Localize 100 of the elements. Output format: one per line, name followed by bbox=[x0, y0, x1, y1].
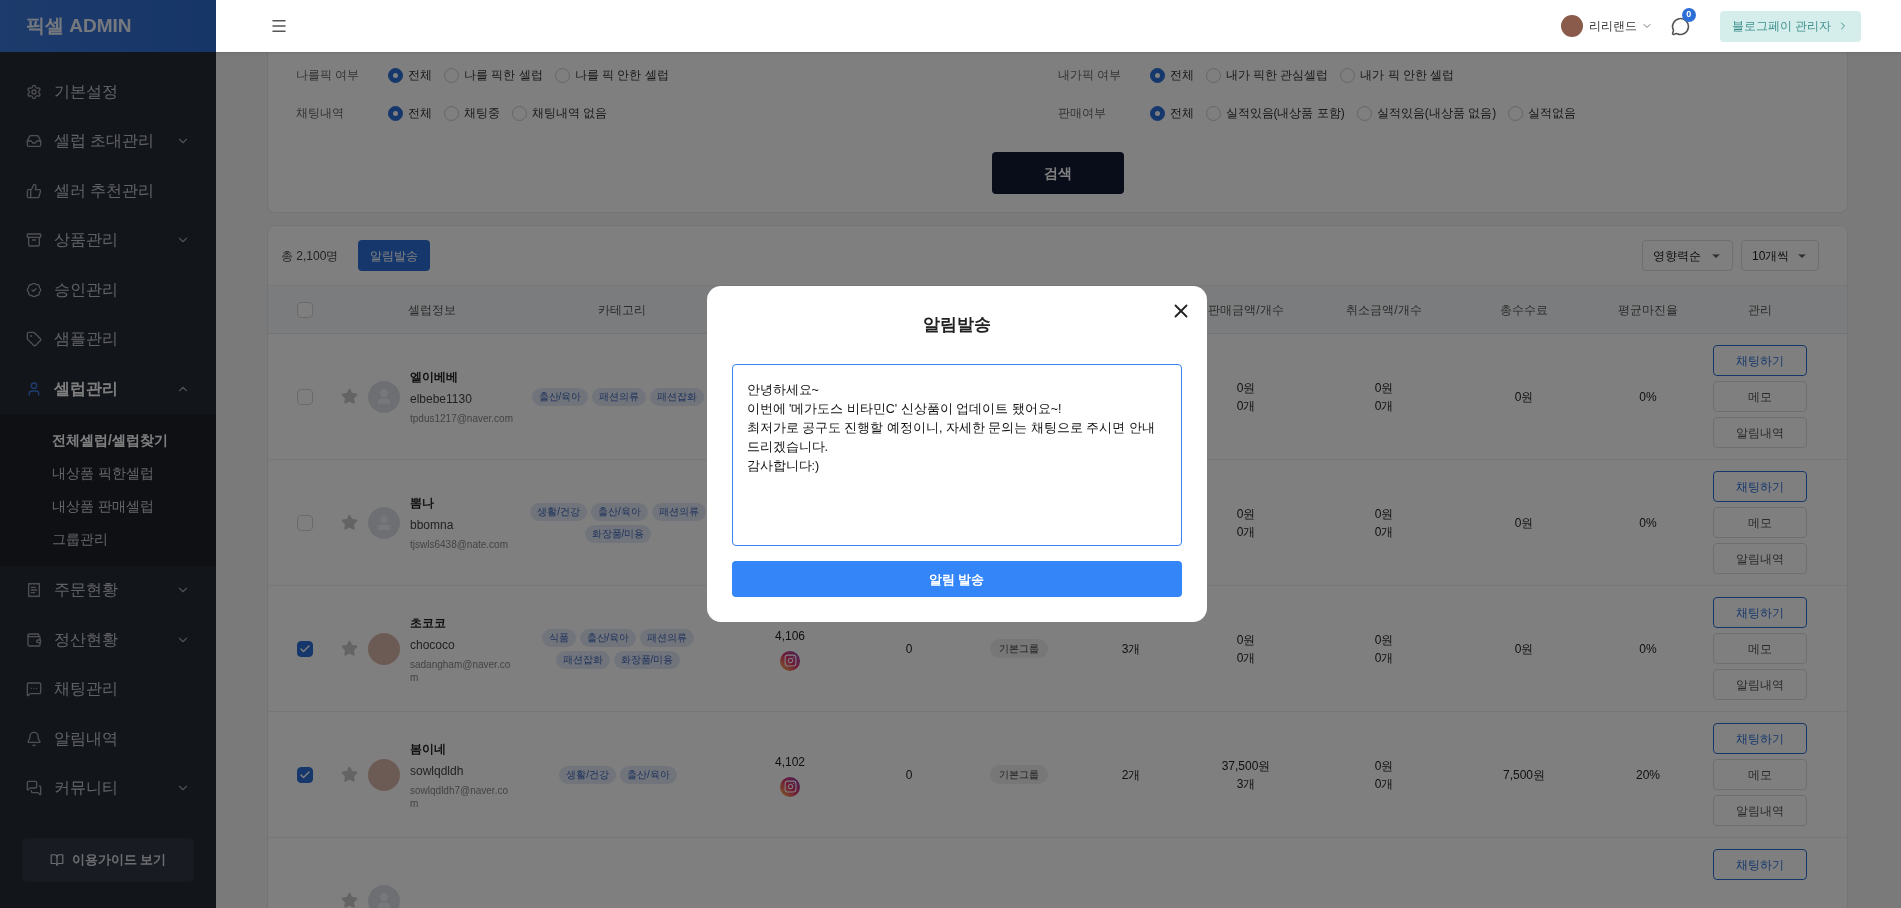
margin-text: 0% bbox=[1639, 640, 1657, 658]
guide-button[interactable]: 이용가이드 보기 bbox=[22, 838, 194, 882]
sidebar-item[interactable]: 채팅관리 bbox=[0, 664, 216, 714]
action-button[interactable]: 메모 bbox=[1713, 381, 1807, 412]
chat-button[interactable]: 채팅하기 bbox=[1713, 471, 1807, 502]
category-tag: 패션의류 bbox=[592, 387, 647, 406]
sidebar-item[interactable]: 셀러 추천관리 bbox=[0, 166, 216, 216]
amount-text: 0개 bbox=[1374, 649, 1394, 667]
fee-text: 0원 bbox=[1514, 388, 1534, 406]
margin-text: 20% bbox=[1636, 766, 1660, 784]
message-field[interactable]: 안녕하세요~ 이번에 '메가도스 비타민C' 신상품이 업데이트 됐어요~! 최저가로 공구도 진행할 예정이니, 자세한 문의는 채팅으로 주시면 안내드리겠습니다. 감사합니다:) bbox=[731, 364, 1182, 547]
celeb-name: 뽐나 bbox=[410, 495, 435, 512]
amount-text: 0원 bbox=[1374, 505, 1394, 523]
filter-label: 채팅내역 bbox=[296, 105, 345, 122]
amount-text: 3개 bbox=[1236, 775, 1256, 793]
submenu-item[interactable]: 내상품 판매셀럽 bbox=[0, 489, 216, 523]
category-tag: 출산/육아 bbox=[591, 502, 648, 521]
page-size-select[interactable]: 10개씩 bbox=[1741, 240, 1819, 271]
inbox-icon bbox=[26, 133, 42, 150]
submenu-item[interactable]: 전체셀럽/셀럽찾기 bbox=[0, 423, 216, 457]
group-tag: 기본그룹 bbox=[990, 639, 1048, 658]
submenu-item[interactable]: 내상품 픽한셀럽 bbox=[0, 456, 216, 490]
column-header: 총수수료 bbox=[1499, 301, 1549, 319]
chat-button[interactable]: 채팅하기 bbox=[1713, 849, 1807, 880]
gear-icon bbox=[26, 83, 42, 100]
book-icon bbox=[49, 853, 64, 867]
category-tag: 패션잡화 bbox=[650, 387, 705, 406]
user-name[interactable]: 리리랜드 bbox=[1588, 17, 1637, 35]
star-icon[interactable] bbox=[341, 640, 358, 657]
celeb-id: bbomna bbox=[410, 517, 455, 534]
submenu-item[interactable]: 그룹관리 bbox=[0, 522, 216, 556]
chat-button[interactable]: 채팅하기 bbox=[1713, 345, 1807, 376]
archive-icon bbox=[26, 232, 42, 249]
count-text: 3개 bbox=[1121, 640, 1141, 658]
radio-label: 전체 bbox=[1169, 67, 1194, 84]
amount-text: 0원 bbox=[1236, 631, 1256, 649]
sidebar-item[interactable]: 승인관리 bbox=[0, 265, 216, 315]
user-avatar-placeholder bbox=[1560, 15, 1583, 37]
category-tag: 패션의류 bbox=[651, 502, 706, 521]
star-icon[interactable] bbox=[341, 388, 358, 405]
checkbox[interactable] bbox=[296, 640, 313, 657]
star-icon[interactable] bbox=[341, 514, 358, 531]
chat-button[interactable]: 채팅하기 bbox=[1713, 597, 1807, 628]
sidebar-item[interactable]: 알림내역 bbox=[0, 714, 216, 764]
chat-button[interactable]: 채팅하기 bbox=[1713, 723, 1807, 754]
sort-select[interactable]: 영향력순 bbox=[1642, 240, 1733, 271]
star-icon[interactable] bbox=[341, 892, 358, 908]
radio-label: 채팅중 bbox=[464, 105, 500, 122]
fee-text: 0원 bbox=[1514, 640, 1534, 658]
instagram-icon bbox=[780, 776, 800, 797]
sidebar-item[interactable]: 정산현황 bbox=[0, 615, 216, 665]
notification-badge: 0 bbox=[1681, 7, 1696, 22]
group-tag: 기본그룹 bbox=[990, 765, 1048, 784]
category-tag: 출산/육아 bbox=[531, 387, 589, 406]
action-button[interactable]: 알림내역 bbox=[1713, 669, 1807, 700]
modal-title: 알림발송 bbox=[922, 313, 991, 336]
radio-button[interactable] bbox=[1149, 67, 1165, 83]
chat-icon[interactable] bbox=[1670, 16, 1690, 36]
radio-button[interactable] bbox=[388, 67, 403, 83]
sidebar-item[interactable]: 주문현황 bbox=[0, 565, 216, 615]
amount-text: 0원 bbox=[1374, 631, 1394, 649]
action-button[interactable]: 메모 bbox=[1713, 759, 1807, 790]
action-button[interactable]: 알림내역 bbox=[1713, 795, 1807, 826]
send-button[interactable]: 알림 발송 bbox=[731, 561, 1182, 598]
celeb-email: tpdus1217@naver.com bbox=[410, 412, 514, 425]
action-button[interactable]: 메모 bbox=[1713, 507, 1807, 538]
sidebar-item[interactable]: 커뮤니티 bbox=[0, 763, 216, 813]
amount-text: 0원 bbox=[1236, 379, 1256, 397]
admin-button[interactable]: 블로그페이 관리자 bbox=[1719, 10, 1861, 42]
radio-button[interactable] bbox=[388, 105, 403, 121]
sidebar-item[interactable]: 상품관리 bbox=[0, 215, 216, 265]
receipt-icon bbox=[26, 582, 42, 599]
sidebar-item[interactable]: 기본설정 bbox=[0, 67, 216, 117]
menu-icon[interactable] bbox=[270, 17, 288, 35]
star-icon[interactable] bbox=[341, 766, 358, 783]
action-button[interactable]: 알림내역 bbox=[1713, 543, 1807, 574]
notify-button[interactable]: 알림발송 bbox=[358, 240, 431, 271]
action-button[interactable]: 알림내역 bbox=[1713, 417, 1807, 448]
radio-label: 내가 픽 안한 셀럽 bbox=[1360, 67, 1455, 84]
column-header: 관리 bbox=[1747, 301, 1773, 319]
column-header: 셀럽정보 bbox=[407, 301, 457, 319]
sidebar-item[interactable]: 셀럽관리 bbox=[0, 364, 216, 414]
category-tag: 식품 bbox=[541, 628, 576, 647]
sidebar-item[interactable]: 샘플관리 bbox=[0, 314, 216, 364]
wallet-icon bbox=[26, 631, 42, 648]
radio-label: 실적있음(내상품 없음) bbox=[1376, 105, 1497, 122]
celeb-name: 초코코 bbox=[410, 614, 447, 632]
column-header: 평균마진율 bbox=[1617, 301, 1679, 319]
column-header: 카테고리 bbox=[597, 301, 647, 319]
action-button[interactable]: 메모 bbox=[1713, 633, 1807, 664]
search-button[interactable]: 검색 bbox=[991, 152, 1124, 194]
category-tag: 생활/건강 bbox=[559, 765, 616, 784]
sidebar-item[interactable]: 셀럽 초대관리 bbox=[0, 116, 216, 166]
total-count: 총 2,100명 bbox=[281, 247, 339, 265]
celeb-name: 엘이베베 bbox=[410, 369, 459, 386]
radio-button[interactable] bbox=[1149, 105, 1165, 121]
category-tag: 패션잡화 bbox=[555, 650, 610, 669]
count-text: 0 bbox=[905, 766, 913, 784]
category-tag: 패션의류 bbox=[640, 628, 695, 647]
checkbox[interactable] bbox=[296, 766, 313, 783]
